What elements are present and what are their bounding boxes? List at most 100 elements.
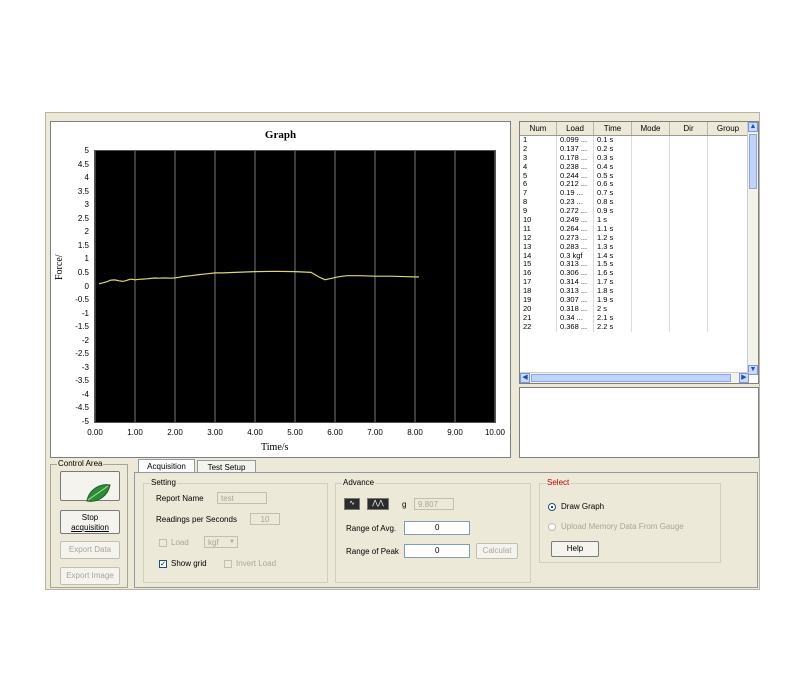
table-cell bbox=[632, 224, 670, 234]
y-tick-label: 2 bbox=[84, 227, 89, 237]
table-cell bbox=[708, 251, 749, 261]
table-row[interactable]: 7 0.19 ... 0.7 s bbox=[520, 189, 749, 199]
table-cell: 1.9 s bbox=[594, 296, 632, 305]
table-row[interactable]: 13 0.283 ... 1.3 s bbox=[520, 242, 749, 252]
acquisition-panel: Setting Report Name test Readings per Se… bbox=[134, 472, 758, 588]
graph-title: Graph bbox=[264, 129, 297, 141]
stop-label-line2: acquisition bbox=[71, 523, 109, 532]
g-label: g bbox=[402, 500, 407, 509]
table-cell: 0.318 ... bbox=[557, 304, 594, 314]
range-peak-input[interactable]: 0 bbox=[404, 544, 470, 558]
table-row[interactable]: 15 0.313 ... 1.5 s bbox=[520, 260, 749, 270]
calculate-button[interactable]: Calculat bbox=[476, 543, 518, 559]
table-row[interactable]: 22 0.368 ... 2.2 s bbox=[520, 322, 749, 332]
readings-table[interactable]: Num Load Time Mode Dir Group 1 0.099 ... 0.1 s2… bbox=[519, 121, 759, 384]
table-cell: 0.273 ... bbox=[557, 233, 594, 243]
help-button[interactable]: Help bbox=[551, 541, 599, 557]
y-tick-label: -4 bbox=[81, 389, 89, 399]
table-row[interactable]: 19 0.307 ... 1.9 s bbox=[520, 296, 749, 305]
select-group: Select Draw Graph Upload Memory Data Fro… bbox=[539, 478, 721, 563]
table-cell: 1.7 s bbox=[594, 278, 632, 288]
table-row[interactable]: 1 0.099 ... 0.1 s bbox=[520, 136, 749, 145]
table-cell: 0.314 ... bbox=[557, 278, 594, 288]
scroll-right-icon[interactable]: ▶ bbox=[739, 373, 749, 383]
control-area-legend: Control Area bbox=[57, 459, 104, 468]
column-header-num[interactable]: Num bbox=[520, 122, 557, 135]
table-row[interactable]: 20 0.318 ... 2 s bbox=[520, 304, 749, 314]
table-cell bbox=[632, 171, 670, 181]
draw-graph-label: Draw Graph bbox=[561, 502, 605, 511]
table-row[interactable]: 21 0.34 ... 2.1 s bbox=[520, 313, 749, 323]
table-cell: 0.7 s bbox=[594, 189, 632, 199]
horizontal-scrollbar[interactable]: ◀ ▶ bbox=[520, 372, 749, 383]
scroll-down-icon[interactable]: ▼ bbox=[748, 365, 758, 375]
table-row[interactable]: 12 0.273 ... 1.2 s bbox=[520, 233, 749, 243]
column-header-load[interactable]: Load bbox=[557, 122, 594, 135]
chevron-down-icon: ▼ bbox=[229, 539, 235, 545]
table-row[interactable]: 8 0.23 ... 0.8 s bbox=[520, 198, 749, 208]
table-cell bbox=[670, 198, 708, 208]
load-checkbox[interactable] bbox=[159, 539, 167, 547]
table-cell bbox=[632, 162, 670, 172]
tab-acquisition[interactable]: Acquisition bbox=[138, 459, 195, 473]
info-panel bbox=[519, 387, 759, 458]
draw-graph-radio[interactable] bbox=[548, 503, 556, 511]
waveform-icon[interactable]: ∿ bbox=[344, 498, 360, 510]
table-cell: 6 bbox=[520, 180, 557, 190]
table-cell bbox=[632, 216, 670, 225]
table-row[interactable]: 9 0.272 ... 0.9 s bbox=[520, 207, 749, 217]
vertical-scroll-thumb[interactable] bbox=[749, 134, 757, 189]
export-image-button[interactable]: Export Image bbox=[60, 567, 120, 585]
show-grid-checkbox[interactable]: ✓ bbox=[159, 560, 167, 568]
start-acquisition-button[interactable] bbox=[60, 471, 120, 502]
table-cell bbox=[708, 304, 749, 314]
table-cell: 16 bbox=[520, 269, 557, 279]
column-header-mode[interactable]: Mode bbox=[632, 122, 670, 135]
plot-area bbox=[94, 150, 496, 423]
scroll-up-icon[interactable]: ▲ bbox=[748, 122, 758, 132]
table-cell: 12 bbox=[520, 233, 557, 243]
table-cell: 2.1 s bbox=[594, 313, 632, 323]
setting-group: Setting Report Name test Readings per Se… bbox=[143, 478, 328, 583]
column-header-time[interactable]: Time bbox=[594, 122, 632, 135]
table-row[interactable]: 14 0.3 kgf 1.4 s bbox=[520, 251, 749, 261]
table-cell bbox=[632, 233, 670, 243]
table-row[interactable]: 3 0.178 ... 0.3 s bbox=[520, 153, 749, 163]
horizontal-scroll-thumb[interactable] bbox=[531, 374, 731, 382]
table-row[interactable]: 11 0.264 ... 1.1 s bbox=[520, 224, 749, 234]
x-tick-label: 4.00 bbox=[247, 428, 263, 437]
invert-load-checkbox[interactable] bbox=[224, 560, 232, 568]
table-row[interactable]: 4 0.238 ... 0.4 s bbox=[520, 162, 749, 172]
table-row[interactable]: 5 0.244 ... 0.5 s bbox=[520, 171, 749, 181]
scroll-left-icon[interactable]: ◀ bbox=[520, 373, 530, 383]
table-row[interactable]: 16 0.306 ... 1.6 s bbox=[520, 269, 749, 279]
table-cell: 18 bbox=[520, 287, 557, 297]
g-value-input[interactable]: 9.807 bbox=[414, 498, 454, 510]
column-header-dir[interactable]: Dir bbox=[670, 122, 708, 135]
range-avg-input[interactable]: 0 bbox=[404, 521, 470, 535]
table-row[interactable]: 2 0.137 ... 0.2 s bbox=[520, 144, 749, 154]
column-header-group[interactable]: Group bbox=[708, 122, 749, 135]
table-cell: 2 bbox=[520, 144, 557, 154]
table-row[interactable]: 18 0.313 ... 1.8 s bbox=[520, 287, 749, 297]
leaf-icon bbox=[86, 484, 111, 502]
x-tick-label: 1.00 bbox=[127, 428, 143, 437]
table-cell: 1.6 s bbox=[594, 269, 632, 279]
table-row[interactable]: 6 0.212 ... 0.6 s bbox=[520, 180, 749, 190]
table-cell bbox=[670, 233, 708, 243]
y-tick-label: 2.5 bbox=[77, 213, 89, 223]
table-row[interactable]: 17 0.314 ... 1.7 s bbox=[520, 278, 749, 288]
stop-acquisition-button[interactable]: Stop acquisition bbox=[60, 510, 120, 534]
peak-icon[interactable]: ⋀⋀ bbox=[367, 498, 389, 510]
load-unit-select[interactable]: kgf ▼ bbox=[204, 536, 238, 548]
table-cell bbox=[708, 162, 749, 172]
export-data-button[interactable]: Export Data bbox=[60, 541, 120, 559]
x-tick-label: 9.00 bbox=[447, 428, 463, 437]
table-row[interactable]: 10 0.249 ... 1 s bbox=[520, 216, 749, 225]
readings-per-second-input[interactable]: 10 bbox=[250, 513, 280, 525]
table-cell: 1.8 s bbox=[594, 287, 632, 297]
report-name-input[interactable]: test bbox=[217, 492, 267, 504]
upload-memory-radio[interactable] bbox=[548, 523, 556, 531]
table-cell bbox=[708, 207, 749, 217]
vertical-scrollbar[interactable]: ▲ ▼ bbox=[747, 122, 758, 375]
